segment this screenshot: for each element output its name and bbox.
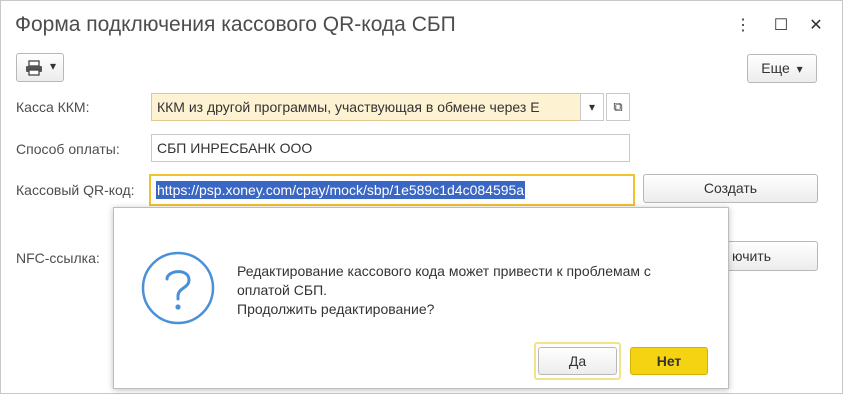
window-title: Форма подключения кассового QR-кода СБП	[15, 13, 456, 36]
qr-code-field[interactable]: https://psp.xoney.com/cpay/mock/sbp/1e58…	[149, 174, 635, 206]
kassa-field[interactable]: ККМ из другой программы, участвующая в о…	[151, 93, 581, 121]
payment-method-field[interactable]: СБП ИНРЕСБАНК ООО	[151, 134, 630, 162]
no-button[interactable]: Нет	[630, 347, 708, 375]
kassa-dropdown-icon[interactable]: ▾	[580, 93, 604, 121]
dialog-message: Редактирование кассового кода может прив…	[237, 262, 651, 319]
dialog-message-line: Продолжить редактирование?	[237, 301, 435, 317]
close-icon[interactable]: ✕	[805, 15, 827, 37]
nfc-label: NFC-ссылка:	[16, 250, 100, 266]
chevron-down-icon: ▾	[796, 62, 803, 76]
more-actions-icon[interactable]: ⋮	[732, 15, 754, 37]
question-icon	[140, 250, 216, 331]
more-button[interactable]: Еще ▾	[747, 54, 817, 83]
qr-code-value: https://psp.xoney.com/cpay/mock/sbp/1e58…	[156, 181, 526, 199]
dialog-message-line: Редактирование кассового кода может прив…	[237, 263, 651, 279]
chevron-down-icon: ▾	[50, 59, 57, 73]
create-button[interactable]: Создать	[643, 174, 818, 203]
maximize-icon[interactable]: ☐	[770, 15, 792, 37]
qr-code-label: Кассовый QR-код:	[16, 182, 135, 198]
printer-icon	[25, 60, 43, 79]
yes-button[interactable]: Да	[538, 347, 617, 375]
dialog-message-line: оплатой СБП.	[237, 282, 328, 298]
more-button-label: Еще	[761, 60, 790, 76]
print-button[interactable]: ▾	[16, 53, 64, 82]
kassa-open-icon[interactable]: ⧉	[606, 93, 630, 121]
main-window: Форма подключения кассового QR-кода СБП …	[0, 0, 843, 394]
kassa-label: Касса ККМ:	[16, 99, 90, 115]
confirm-dialog: Редактирование кассового кода может прив…	[113, 207, 729, 389]
payment-method-label: Способ оплаты:	[16, 141, 120, 157]
